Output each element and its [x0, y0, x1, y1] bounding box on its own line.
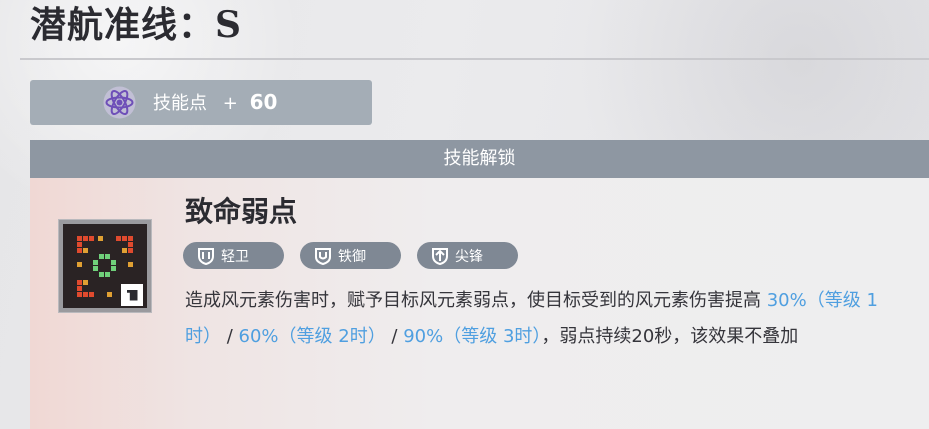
- desc-part-1: 造成风元素伤害时，赋予目标风元素弱点，使目标受到的风元素伤害提高: [185, 290, 767, 311]
- desc-level-3-value: 90%（等级 3时）: [403, 326, 542, 347]
- skill-points-label: 技能点: [153, 93, 207, 114]
- tag-spearhead: 尖锋: [417, 242, 518, 269]
- skill-description: 造成风元素伤害时，赋予目标风元素弱点，使目标受到的风元素伤害提高 30%（等级 …: [185, 283, 905, 355]
- tag-light-guard: 轻卫: [183, 242, 284, 269]
- skill-points-value: 60: [249, 90, 278, 114]
- desc-separator: /: [221, 326, 239, 347]
- skill-name: 致命弱点: [185, 195, 298, 228]
- title-divider: [20, 58, 929, 60]
- page-title: 潜航准线：S: [30, 4, 242, 46]
- desc-level-2-value: 60%（等级 2时）: [238, 326, 386, 347]
- skill-points-text: 技能点 + 60: [153, 80, 277, 125]
- skill-points-plus: +: [222, 93, 238, 114]
- skill-unlock-header: 技能解锁: [30, 140, 929, 178]
- tag-label: 轻卫: [221, 248, 249, 265]
- corner-badge-icon: [121, 284, 143, 306]
- skill-points-banner: 技能点 + 60: [30, 80, 372, 125]
- skill-unlock-panel: 技能解锁 致命弱点 轻卫 铁御 尖锋 造成风元素伤害时，赋予目标风元素弱点，使目…: [30, 140, 929, 429]
- iron-defense-icon: [312, 246, 334, 266]
- desc-part-2: ，弱点持续20秒，该效果不叠加: [541, 326, 799, 347]
- tag-iron-defense: 铁御: [300, 242, 401, 269]
- skill-icon-frame[interactable]: [58, 219, 152, 313]
- spearhead-icon: [429, 246, 451, 266]
- light-guard-icon: [195, 246, 217, 266]
- atom-icon: [102, 85, 137, 120]
- tag-label: 铁御: [338, 248, 366, 265]
- tag-label: 尖锋: [455, 248, 483, 265]
- weak-point-skill-icon: [63, 224, 147, 308]
- desc-separator: /: [385, 326, 404, 347]
